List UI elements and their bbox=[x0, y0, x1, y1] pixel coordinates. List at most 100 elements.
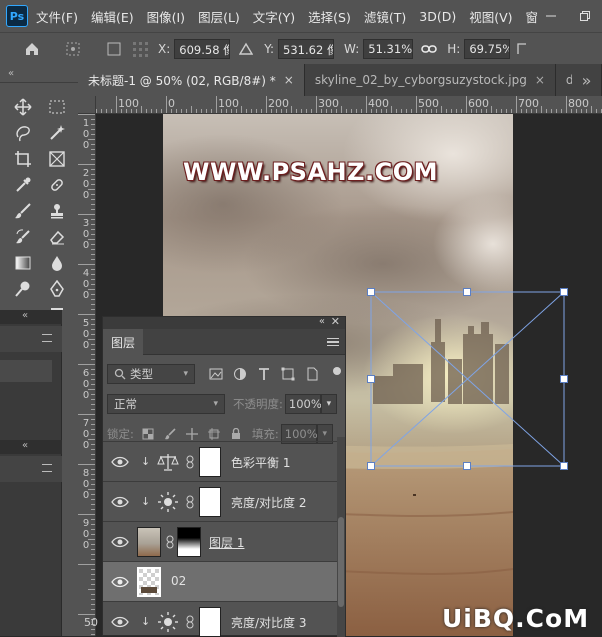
layer-filter-select[interactable]: 类型 ▾ bbox=[107, 364, 195, 384]
lock-transparent-icon[interactable] bbox=[142, 428, 154, 440]
visibility-eye-icon[interactable] bbox=[111, 614, 129, 630]
restore-button[interactable] bbox=[568, 0, 602, 32]
eraser-tool[interactable] bbox=[44, 224, 70, 250]
filter-shape-icon[interactable] bbox=[281, 367, 295, 381]
opacity-dropdown[interactable]: ▾ bbox=[320, 394, 337, 414]
collapse-panel-icon[interactable]: « bbox=[319, 316, 325, 327]
layer-02[interactable]: 02 bbox=[103, 561, 345, 601]
panel-menu-icon[interactable] bbox=[42, 464, 52, 472]
filter-pixel-icon[interactable] bbox=[209, 367, 223, 381]
layer-thumbnail[interactable] bbox=[137, 567, 161, 597]
ruler-vertical[interactable]: 100200300400500600700800900 bbox=[78, 114, 96, 636]
brush-tool[interactable] bbox=[10, 198, 36, 224]
opacity-field[interactable]: 100% bbox=[284, 394, 322, 414]
toolbar-collapse[interactable]: « bbox=[8, 68, 14, 79]
close-panel-icon[interactable]: ✕ bbox=[331, 315, 340, 328]
layer-name[interactable]: 亮度/对比度 3 bbox=[231, 614, 307, 631]
filter-adjustment-icon[interactable] bbox=[233, 367, 247, 381]
menu-3d[interactable]: 3D(D) bbox=[419, 9, 456, 24]
lasso-tool[interactable] bbox=[10, 120, 36, 146]
chevron-down-icon: ▾ bbox=[183, 369, 188, 379]
layer-layer-1[interactable]: 图层 1 bbox=[103, 521, 345, 561]
frame-tool[interactable] bbox=[44, 146, 70, 172]
mask-link-icon[interactable] bbox=[185, 495, 195, 509]
tab-layers[interactable]: 图层 bbox=[103, 329, 143, 355]
tab-close-icon[interactable]: × bbox=[284, 73, 294, 87]
panel-collapse[interactable]: « bbox=[22, 440, 28, 451]
width-field[interactable]: 51.31% bbox=[363, 38, 414, 59]
layer-thumbnail[interactable] bbox=[137, 527, 161, 557]
dodge-tool[interactable] bbox=[10, 276, 36, 302]
y-field[interactable]: 531.62 像素 bbox=[278, 38, 335, 59]
tab-untitled-1[interactable]: 未标题-1 @ 50% (02, RGB/8#) * × bbox=[78, 64, 305, 96]
relative-position-button[interactable] bbox=[234, 37, 258, 61]
move-tool[interactable] bbox=[10, 94, 36, 120]
mask-link-icon[interactable] bbox=[185, 615, 195, 629]
blur-tool[interactable] bbox=[44, 250, 70, 276]
layer-name[interactable]: 色彩平衡 1 bbox=[231, 454, 290, 471]
tab-skyline[interactable]: skyline_02_by_cyborgsuzystock.jpg × bbox=[304, 64, 556, 96]
panel-field[interactable] bbox=[0, 360, 52, 382]
link-proportions-button[interactable] bbox=[417, 37, 441, 61]
layer-name[interactable]: 亮度/对比度 2 bbox=[231, 494, 307, 511]
layers-scrollbar[interactable] bbox=[337, 437, 345, 637]
menu-edit[interactable]: 编辑(E) bbox=[91, 7, 134, 26]
tabs-overflow-button[interactable]: » bbox=[572, 64, 602, 96]
marquee-tool[interactable] bbox=[44, 94, 70, 120]
history-brush-tool[interactable] bbox=[10, 224, 36, 250]
ruler-corner[interactable] bbox=[78, 96, 96, 114]
panel-tab[interactable] bbox=[0, 326, 62, 352]
blend-mode-select[interactable]: 正常 ▾ bbox=[107, 394, 225, 414]
eyedropper-tool[interactable] bbox=[10, 172, 36, 198]
lock-all-icon[interactable] bbox=[230, 428, 242, 440]
gradient-tool[interactable] bbox=[10, 250, 36, 276]
minimize-button[interactable] bbox=[534, 0, 568, 32]
menu-select[interactable]: 选择(S) bbox=[308, 7, 351, 26]
menu-file[interactable]: 文件(F) bbox=[36, 7, 78, 26]
layer-name[interactable]: 02 bbox=[171, 574, 186, 588]
stamp-tool[interactable] bbox=[44, 198, 70, 224]
ruler-tick bbox=[421, 109, 422, 113]
panel-collapse[interactable]: « bbox=[22, 310, 28, 321]
menu-image[interactable]: 图像(I) bbox=[147, 7, 185, 26]
visibility-eye-icon[interactable] bbox=[111, 494, 129, 510]
tab-close-icon[interactable]: × bbox=[535, 73, 545, 87]
lock-artboard-icon[interactable] bbox=[207, 428, 220, 440]
layer-name[interactable]: 图层 1 bbox=[209, 534, 244, 551]
visibility-eye-icon[interactable] bbox=[111, 574, 129, 590]
lock-position-icon[interactable] bbox=[185, 428, 198, 440]
layer-color-balance-1[interactable]: ↓ 色彩平衡 1 bbox=[103, 441, 345, 481]
height-field[interactable]: 69.75% bbox=[464, 38, 511, 59]
filter-toggle-button[interactable] bbox=[333, 367, 341, 375]
menu-type[interactable]: 文字(Y) bbox=[253, 7, 295, 26]
reference-point-checkbox[interactable] bbox=[102, 37, 126, 61]
mask-link-icon[interactable] bbox=[165, 535, 175, 549]
visibility-eye-icon[interactable] bbox=[111, 454, 129, 470]
filter-smart-object-icon[interactable] bbox=[305, 367, 319, 381]
layer-brightness-contrast-3[interactable]: ↓ 亮度/对比度 3 bbox=[103, 601, 345, 637]
menu-view[interactable]: 视图(V) bbox=[469, 7, 512, 26]
ruler-horizontal[interactable]: 100 0 100 200 300 400 500 600 700 800 bbox=[96, 96, 602, 114]
crop-tool[interactable] bbox=[10, 146, 36, 172]
layer-mask-thumbnail[interactable] bbox=[199, 447, 221, 477]
healing-brush-tool[interactable] bbox=[44, 172, 70, 198]
lock-brush-icon[interactable] bbox=[164, 428, 176, 440]
menu-layer[interactable]: 图层(L) bbox=[198, 7, 240, 26]
panel-tab[interactable] bbox=[0, 456, 62, 482]
layer-mask-thumbnail[interactable] bbox=[177, 527, 201, 557]
filter-type-icon[interactable] bbox=[257, 367, 271, 381]
menu-filter[interactable]: 滤镜(T) bbox=[364, 7, 406, 26]
layers-scrollbar-thumb[interactable] bbox=[338, 517, 344, 607]
layer-mask-thumbnail[interactable] bbox=[199, 607, 221, 637]
pen-tool[interactable] bbox=[44, 276, 70, 302]
panel-menu-icon[interactable] bbox=[42, 334, 52, 342]
magic-wand-tool[interactable] bbox=[44, 120, 70, 146]
x-field[interactable]: 609.58 像素 bbox=[174, 38, 231, 59]
home-button[interactable] bbox=[20, 37, 44, 61]
layer-mask-thumbnail[interactable] bbox=[199, 487, 221, 517]
reference-point-button[interactable] bbox=[62, 37, 86, 61]
zoom-level[interactable]: 50 bbox=[84, 616, 104, 634]
mask-link-icon[interactable] bbox=[185, 455, 195, 469]
layer-brightness-contrast-2[interactable]: ↓ 亮度/对比度 2 bbox=[103, 481, 345, 521]
visibility-eye-icon[interactable] bbox=[111, 534, 129, 550]
